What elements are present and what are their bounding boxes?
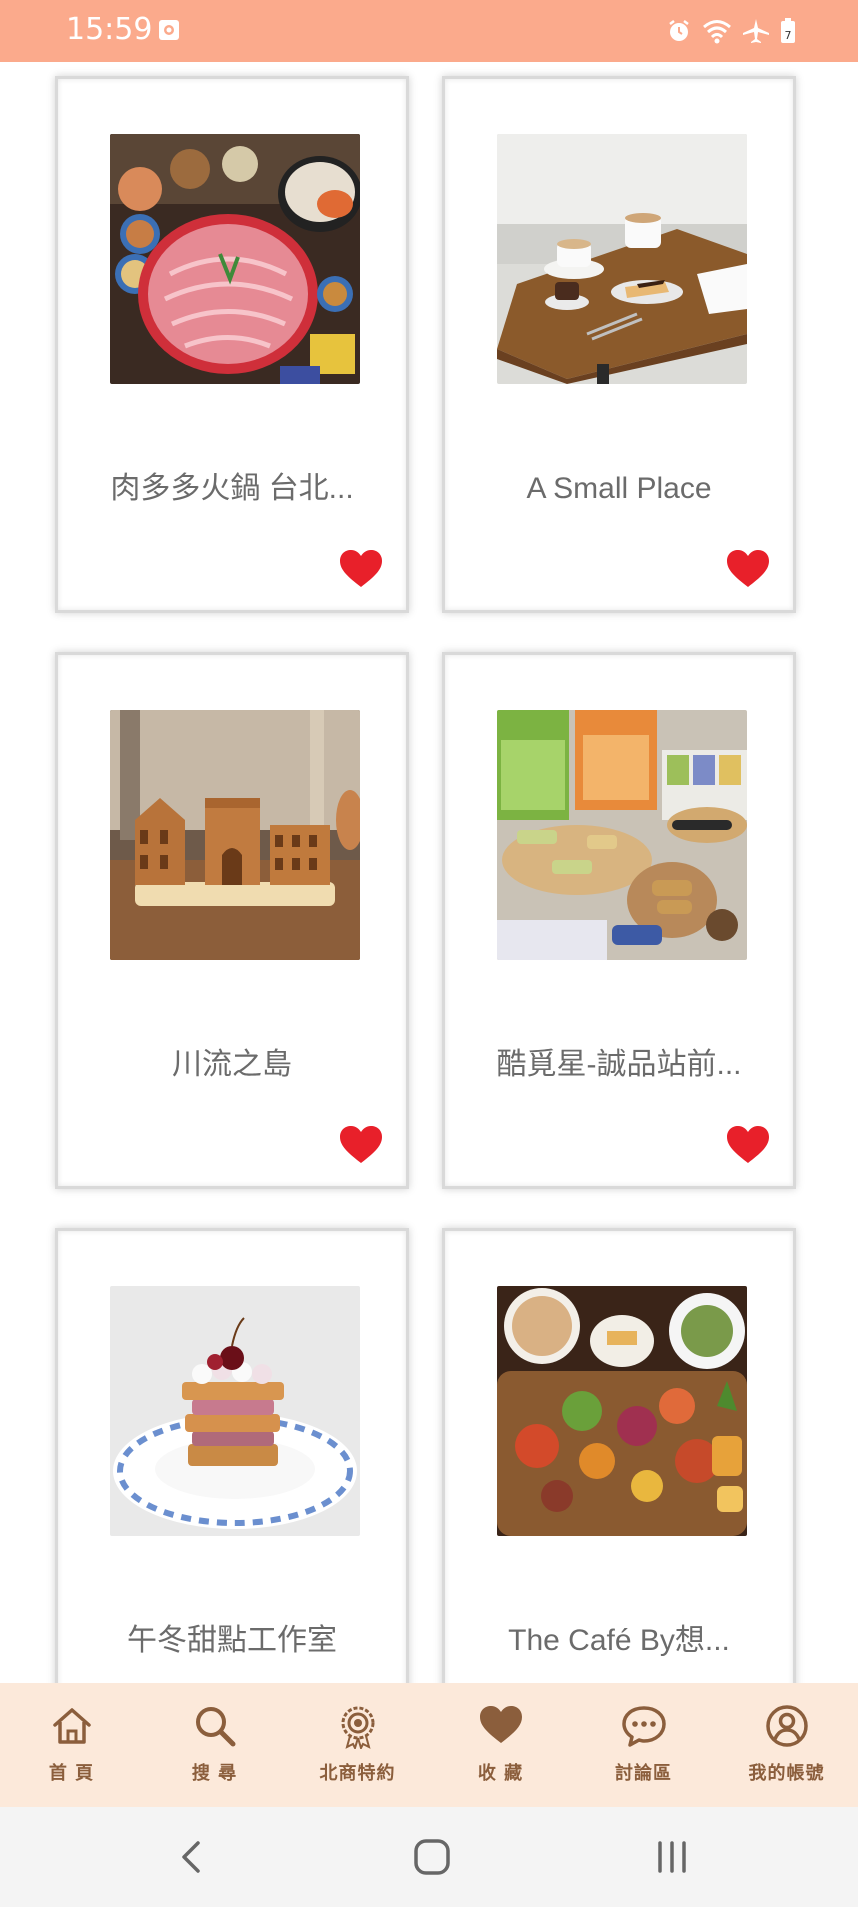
status-icons: 7 (666, 14, 796, 48)
status-time: 15:59 (66, 12, 153, 47)
heart-icon[interactable] (725, 1125, 771, 1165)
card-title: 川流之島 (172, 1048, 292, 1081)
favorite-card[interactable]: A Small Place (442, 76, 796, 613)
nav-item-search[interactable]: 搜 尋 (143, 1683, 286, 1807)
favorites-grid: 肉多多火鍋 台北... A Small Place 川流之島 酷覓星-誠品站前.… (0, 62, 858, 1683)
nav-label-account: 我的帳號 (748, 1763, 825, 1784)
nav-item-partner[interactable]: 北商特約 (286, 1683, 429, 1807)
nav-item-account[interactable]: 我的帳號 (715, 1683, 858, 1807)
nav-label-favorites: 收 藏 (477, 1763, 524, 1784)
cafe-table-photo (497, 134, 747, 384)
nav-label-home: 首 頁 (48, 1763, 95, 1784)
heart-icon[interactable] (338, 549, 384, 589)
nav-label-forum: 討論區 (615, 1763, 672, 1784)
building-pastry-photo (110, 710, 360, 960)
card-title: A Small Place (526, 472, 712, 505)
nav-item-home[interactable]: 首 頁 (0, 1683, 143, 1807)
nav-label-partner: 北商特約 (319, 1763, 396, 1784)
notification-icon (158, 19, 180, 41)
card-title: 酷覓星-誠品站前... (496, 1048, 742, 1081)
favorite-card[interactable]: 肉多多火鍋 台北... (55, 76, 409, 613)
card-title: The Café By想... (508, 1624, 730, 1657)
favorite-card[interactable]: 酷覓星-誠品站前... (442, 652, 796, 1189)
badge-icon (335, 1703, 381, 1749)
status-bar: 15:59 7 (0, 0, 858, 62)
back-icon[interactable] (166, 1831, 218, 1883)
mille-feuille-photo (110, 1286, 360, 1536)
wifi-icon (702, 18, 732, 44)
heart-icon[interactable] (338, 1125, 384, 1165)
favorite-card[interactable]: 川流之島 (55, 652, 409, 1189)
chat-icon (621, 1703, 667, 1749)
nav-item-forum[interactable]: 討論區 (572, 1683, 715, 1807)
alarm-icon (666, 18, 692, 44)
search-icon (192, 1703, 238, 1749)
egg-roll-snacks-photo (497, 710, 747, 960)
favorite-card[interactable]: 午冬甜點工作室 (55, 1228, 409, 1683)
hotpot-photo (110, 134, 360, 384)
svg-text:7: 7 (785, 29, 792, 42)
nav-label-search: 搜 尋 (191, 1763, 238, 1784)
system-nav-bar (0, 1807, 858, 1907)
home-icon (49, 1703, 95, 1749)
favorite-card[interactable]: The Café By想... (442, 1228, 796, 1683)
card-title: 午冬甜點工作室 (127, 1624, 337, 1657)
airplane-icon (742, 18, 770, 44)
heart-icon (478, 1703, 524, 1749)
bottom-nav: 首 頁 搜 尋 北商特約 收 藏 討論區 我的帳號 (0, 1683, 858, 1807)
heart-icon[interactable] (725, 549, 771, 589)
battery-icon: 7 (780, 18, 796, 44)
nav-item-favorites[interactable]: 收 藏 (429, 1683, 572, 1807)
card-title: 肉多多火鍋 台北... (110, 472, 354, 505)
home-circle-icon[interactable] (406, 1831, 458, 1883)
recents-icon[interactable] (646, 1831, 698, 1883)
account-icon (764, 1703, 810, 1749)
platter-photo (497, 1286, 747, 1536)
